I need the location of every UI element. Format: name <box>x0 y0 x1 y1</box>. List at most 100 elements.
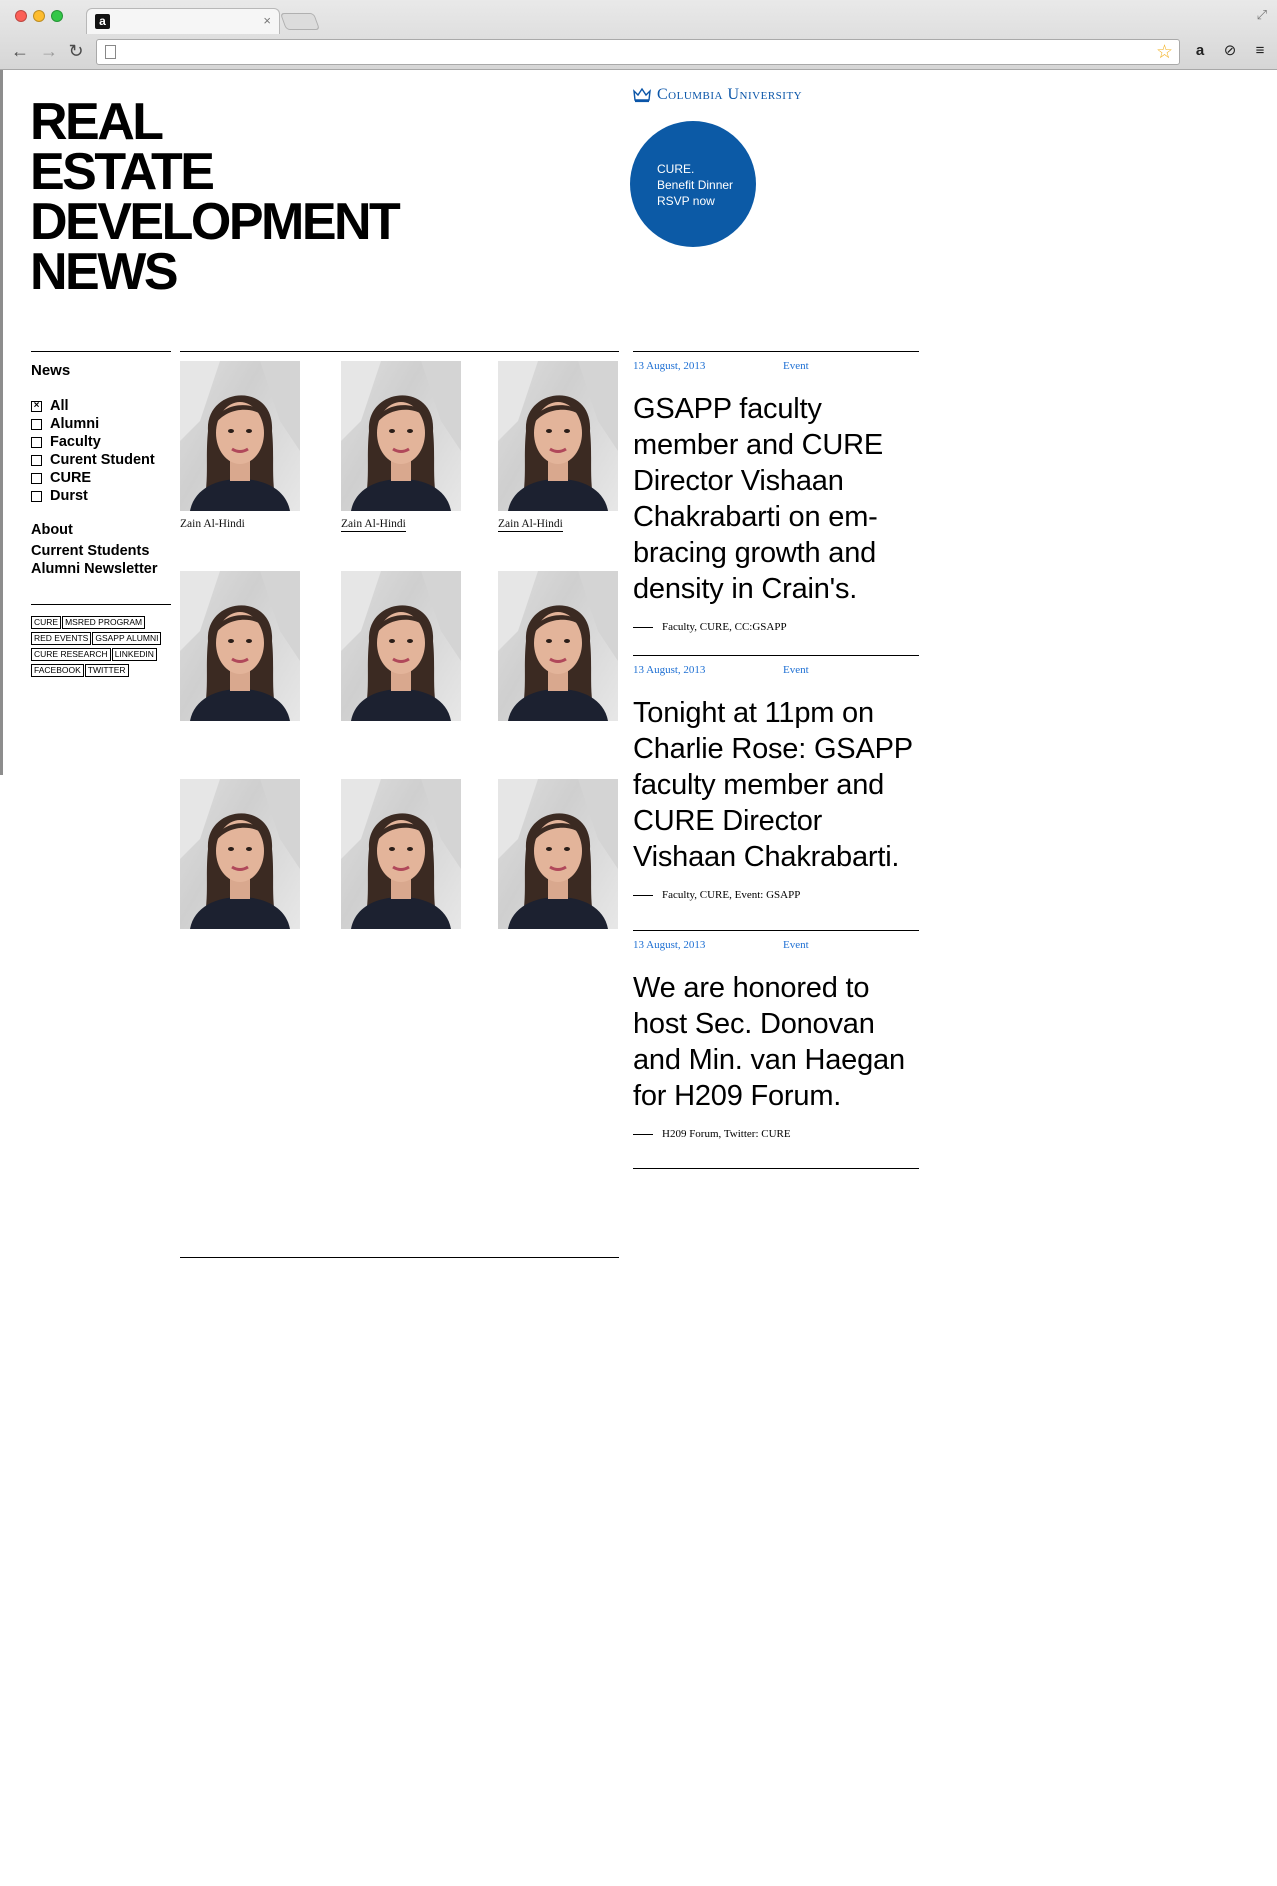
sidebar-heading: News <box>31 362 71 379</box>
news-feed: 13 August, 2013 Event GSAPP faculty member… <box>633 351 919 1169</box>
tag-link[interactable]: RED EVENTS <box>31 632 92 645</box>
news-article: 13 August, 2013 Event Tonight at 11pm on C… <box>633 655 919 930</box>
site-title[interactable]: REAL ESTATE DEVELOPMENT NEWS <box>30 93 401 301</box>
article-type-link[interactable]: Event <box>783 939 809 951</box>
article-meta: 13 August, 2013 Event <box>633 360 919 372</box>
current-students-link[interactable]: Current Students <box>31 542 171 560</box>
sync-icon[interactable]: ⊘ <box>1220 41 1240 61</box>
article-tags: Faculty, CURE, Event: GSAPP <box>633 889 919 901</box>
browser-chrome: a × ⤢ ← → ↻ ☆ a ⊘ ≡ <box>0 0 1277 70</box>
amazon-icon[interactable]: a <box>1190 41 1210 61</box>
promo-line: RSVP now <box>657 194 715 208</box>
tag-link[interactable]: CURE <box>31 616 62 629</box>
article-tags: Faculty, CURE, CC:GSAPP <box>633 621 919 633</box>
tag-link[interactable]: MSRED PROGRAM <box>62 616 146 629</box>
sidebar-links: About Current Students Alumni Newsletter <box>31 521 171 578</box>
tag-link[interactable]: TWITTER <box>84 664 129 677</box>
article-meta: 13 August, 2013 Event <box>633 664 919 676</box>
sidebar: News × All Alumni Faculty Curent Student CURE… <box>31 351 171 677</box>
back-arrow-icon[interactable]: ← <box>9 41 31 61</box>
article-type-link[interactable]: Event <box>783 664 809 676</box>
profile-photo[interactable] <box>498 779 618 929</box>
address-bar[interactable]: ☆ <box>96 39 1180 65</box>
article-date: 13 August, 2013 <box>633 664 706 676</box>
menu-icon[interactable]: ≡ <box>1250 41 1270 61</box>
filter-label: CURE <box>50 470 92 486</box>
profile-photo[interactable] <box>498 571 618 721</box>
filter-option[interactable]: × All <box>31 397 171 415</box>
tag-link[interactable]: LINKEDIN <box>111 648 157 661</box>
filter-label: Durst <box>50 488 88 504</box>
checkbox-icon[interactable] <box>31 418 42 430</box>
article-type-link[interactable]: Event <box>783 360 809 372</box>
reload-icon[interactable]: ↻ <box>65 41 87 61</box>
about-link[interactable]: About <box>31 521 171 539</box>
title-line: DEVELOPMENT <box>30 193 401 251</box>
profile-photo[interactable] <box>341 571 461 721</box>
filter-label: Faculty <box>50 434 101 450</box>
checkbox-icon[interactable] <box>31 454 42 466</box>
photo-caption[interactable]: Zain Al-Hindi <box>498 518 563 532</box>
title-line: ESTATE <box>30 143 215 201</box>
tab-favicon-icon: a <box>95 14 110 29</box>
divider <box>31 604 171 605</box>
page: REAL ESTATE DEVELOPMENT NEWS Columbia Un… <box>0 70 1277 1886</box>
filter-label: Curent Student <box>50 452 155 468</box>
title-line: REAL <box>30 93 164 151</box>
article-headline[interactable]: We are honored to host Sec. Donovan and … <box>633 970 919 1114</box>
checkbox-icon[interactable] <box>31 436 42 448</box>
article-date: 13 August, 2013 <box>633 360 706 372</box>
star-icon[interactable]: ☆ <box>1156 41 1173 64</box>
article-tag-text[interactable]: Faculty, CURE, Event: GSAPP <box>662 889 800 901</box>
profile-photo[interactable] <box>180 361 300 511</box>
benefit-dinner-rsvp-button[interactable]: CURE. Benefit Dinner RSVP now <box>630 121 756 247</box>
tag-link[interactable]: FACEBOOK <box>31 664 84 677</box>
dash-icon <box>633 894 653 896</box>
filter-option[interactable]: CURE <box>31 469 171 487</box>
filter-option[interactable]: Durst <box>31 487 171 505</box>
news-article: 13 August, 2013 Event We are honored to ho… <box>633 930 919 1168</box>
news-article: 13 August, 2013 Event GSAPP faculty member… <box>633 351 919 655</box>
promo-line: Benefit Dinner <box>657 178 734 192</box>
profile-photo[interactable] <box>341 361 461 511</box>
profile-photo[interactable] <box>180 571 300 721</box>
columbia-logo[interactable]: Columbia University <box>633 86 802 104</box>
tag-list: CURE MSRED PROGRAM RED EVENTS GSAPP ALUMNI C… <box>31 616 171 677</box>
tag-link[interactable]: GSAPP ALUMNI <box>92 632 162 645</box>
tag-link[interactable]: CURE RESEARCH <box>31 648 111 661</box>
profile-photo[interactable] <box>498 361 618 511</box>
article-meta: 13 August, 2013 Event <box>633 939 919 951</box>
close-window-button[interactable] <box>15 10 27 22</box>
profile-photo[interactable] <box>341 779 461 929</box>
article-tag-text[interactable]: H209 Forum, Twitter: CURE <box>662 1128 791 1140</box>
filter-option[interactable]: Faculty <box>31 433 171 451</box>
article-headline[interactable]: GSAPP faculty member and CURE Director V… <box>633 391 919 607</box>
divider <box>31 351 171 352</box>
checkbox-icon[interactable] <box>31 490 42 502</box>
photo-caption[interactable]: Zain Al-Hindi <box>341 518 406 532</box>
minimize-window-button[interactable] <box>33 10 45 22</box>
window-controls <box>15 10 63 22</box>
zoom-window-button[interactable] <box>51 10 63 22</box>
promo-line: CURE. <box>657 162 695 176</box>
browser-tab[interactable]: a × <box>86 8 280 34</box>
new-tab-button[interactable] <box>279 13 321 30</box>
article-tag-text[interactable]: Faculty, CURE, CC:GSAPP <box>662 621 787 633</box>
filter-option[interactable]: Curent Student <box>31 451 171 469</box>
photo-caption[interactable]: Zain Al-Hindi <box>180 518 245 530</box>
checkbox-icon[interactable] <box>31 472 42 484</box>
fullscreen-icon[interactable]: ⤢ <box>1257 7 1267 23</box>
dash-icon <box>633 1133 653 1135</box>
forward-arrow-icon[interactable]: → <box>38 41 60 61</box>
filter-label: Alumni <box>50 416 100 432</box>
title-line: NEWS <box>30 243 179 301</box>
profile-photo[interactable] <box>180 779 300 929</box>
checked-box-icon[interactable]: × <box>31 400 42 412</box>
crown-icon <box>633 87 651 103</box>
alumni-newsletter-link[interactable]: Alumni Newsletter <box>31 560 171 578</box>
divider <box>180 351 619 352</box>
filter-option[interactable]: Alumni <box>31 415 171 433</box>
article-headline[interactable]: Tonight at 11pm on Charlie Rose: GSAPP f… <box>633 695 919 875</box>
tab-close-icon[interactable]: × <box>263 13 271 29</box>
page-icon <box>105 45 116 59</box>
